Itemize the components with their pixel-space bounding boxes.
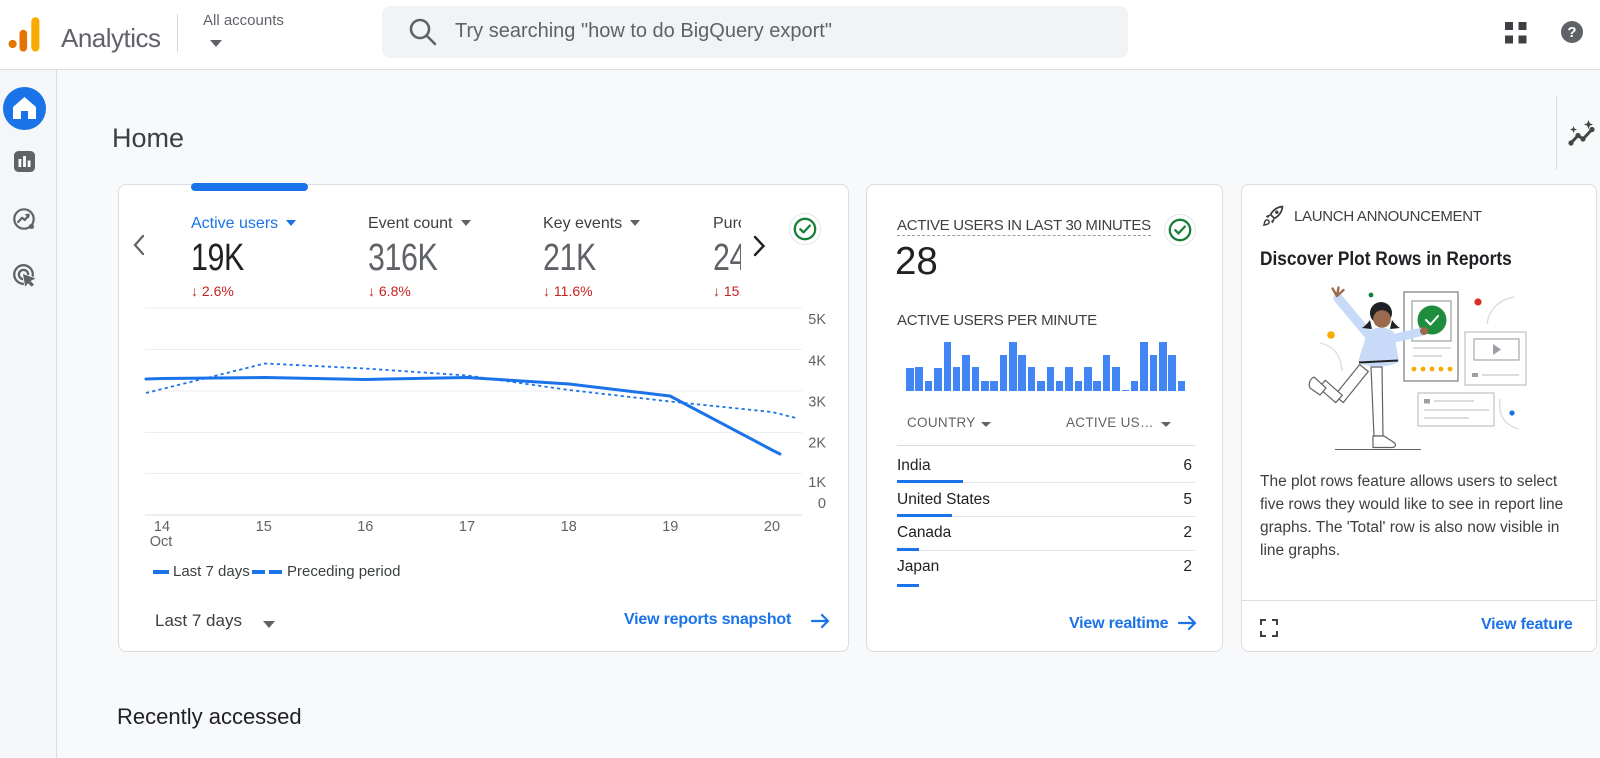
svg-text:18: 18 — [561, 519, 577, 535]
svg-text:?: ? — [1567, 24, 1576, 41]
svg-text:14: 14 — [154, 519, 170, 535]
svg-text:3K: 3K — [808, 395, 826, 411]
svg-text:0: 0 — [818, 496, 826, 512]
svg-text:2K: 2K — [808, 436, 826, 452]
svg-text:20: 20 — [764, 519, 780, 535]
svg-text:17: 17 — [459, 519, 475, 535]
svg-text:4K: 4K — [808, 354, 826, 370]
svg-text:15: 15 — [256, 519, 272, 535]
svg-text:16: 16 — [357, 519, 373, 535]
svg-text:19: 19 — [662, 519, 678, 535]
svg-text:1K: 1K — [808, 475, 826, 491]
svg-text:5K: 5K — [808, 312, 826, 328]
svg-text:Oct: Oct — [150, 534, 173, 550]
